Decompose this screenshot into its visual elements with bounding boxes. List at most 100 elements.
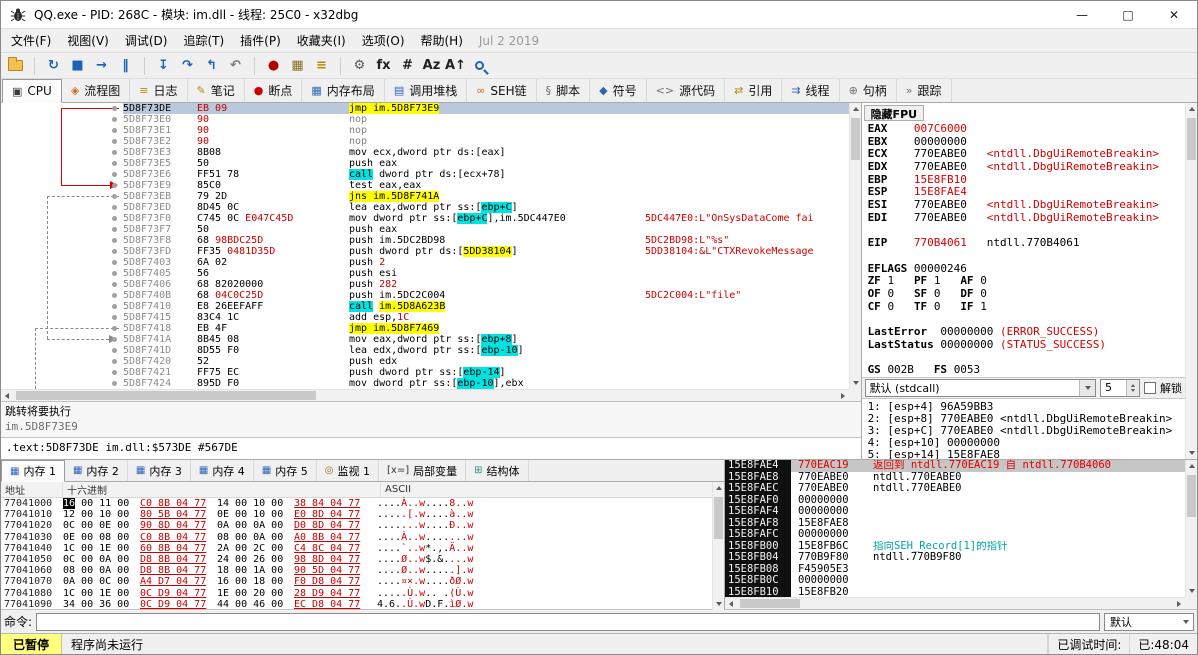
menu-item-4[interactable]: 插件(P) [232, 29, 289, 52]
run-icon[interactable]: → [90, 55, 113, 77]
close-button[interactable]: ✕ [1151, 1, 1197, 29]
tab-log[interactable]: ≡日志 [130, 79, 187, 102]
scroll-handle[interactable] [714, 497, 723, 539]
tab-notes[interactable]: ✎笔记 [188, 79, 245, 102]
disasm-row[interactable]: 5D8F7421FF75 ECpush dword ptr ss:[ebp-14… [1, 367, 849, 378]
disasm-row[interactable]: 5D8F73F0C745 0C E047C45Dmov dword ptr ss… [1, 213, 849, 224]
tab-call-stack[interactable]: ▤调用堆栈 [385, 79, 467, 102]
tab-handles[interactable]: ⊕句柄 [840, 79, 897, 102]
scroll-right-arrow[interactable] [837, 390, 849, 402]
dump-row[interactable]: 770410300E 00 08 00C0 8B 04 7708 00 0A 0… [1, 532, 712, 543]
tab-threads[interactable]: ⇉线程 [782, 79, 839, 102]
tab-breakpoints[interactable]: ●断点 [245, 79, 303, 102]
dump-row[interactable]: 7704106008 00 0A 00D8 8B 04 7718 00 1A 0… [1, 565, 712, 576]
tab-cpu[interactable]: ▣CPU [2, 79, 62, 103]
stack-row[interactable]: 15E8FB04770B9F80ntdll.770B9F80 [725, 552, 1185, 564]
disasm-row[interactable]: 5D8F7410E8 26EEFAFFcall im.5D8A623B [1, 301, 849, 312]
registers-vscrollbar[interactable] [1185, 103, 1197, 459]
arg-count-spinner[interactable]: 5 [1100, 379, 1140, 397]
spinner-arrows[interactable] [1126, 380, 1139, 396]
memory-map-icon[interactable]: ▦ [286, 55, 309, 77]
dump-vscrollbar[interactable] [712, 482, 724, 610]
stack-row[interactable]: 15E8FAF400000000 [725, 506, 1185, 518]
scroll-up-arrow[interactable] [1186, 460, 1198, 472]
command-mode-select[interactable]: 默认 [1104, 613, 1194, 631]
disasm-row[interactable]: 5D8F73DEEB 09jmp im.5D8F73E9 [1, 103, 849, 114]
stack-row[interactable]: 15E8FB1015E8FB20 [725, 587, 1185, 598]
tab-references[interactable]: ⇄引用 [725, 79, 782, 102]
disasm-row[interactable]: 5D8F73E090nop [1, 114, 849, 125]
disasm-row[interactable]: 5D8F73F750push eax [1, 224, 849, 235]
scroll-up-arrow[interactable] [1186, 103, 1198, 115]
disasm-row[interactable]: 5D8F73E290nop [1, 136, 849, 147]
scroll-left-arrow[interactable] [725, 598, 737, 610]
tab-dump5[interactable]: ▦内存 5 [254, 460, 317, 481]
tab-graph[interactable]: ◈流程图 [62, 79, 130, 102]
tab-memory-map[interactable]: ▦内存布局 [302, 79, 384, 102]
disasm-row[interactable]: 5D8F73ED8D45 0Clea eax,dword ptr ss:[ebp… [1, 202, 849, 213]
stack-row[interactable]: 15E8FAE4770EAC19返回到 ntdll.770EAC19 自 ntd… [725, 460, 1185, 472]
stack-row[interactable]: 15E8FAF815E8FAE8 [725, 518, 1185, 530]
disasm-row[interactable]: 5D8F74036A 02push 2 [1, 257, 849, 268]
pause-icon[interactable]: ‖ [114, 55, 137, 77]
run-to-return-icon[interactable]: ↰ [200, 55, 223, 77]
tab-seh-chain[interactable]: ∞SEH链 [467, 79, 536, 102]
disasm-row[interactable]: 5D8F741D8D55 F0lea edx,dword ptr ss:[ebp… [1, 345, 849, 356]
disasm-row[interactable]: 5D8F73E985C0test eax,eax [1, 180, 849, 191]
find-icon[interactable] [468, 55, 491, 77]
minimize-button[interactable]: — [1059, 1, 1105, 29]
scroll-left-arrow[interactable] [1, 390, 13, 402]
dump-row[interactable]: 770410200C 00 0E 0090 8D 04 770A 00 0A 0… [1, 520, 712, 531]
dump-row[interactable]: 7704101012 00 10 0080 5B 04 770E 00 10 0… [1, 509, 712, 520]
stack-row[interactable]: 15E8FAEC770EABE0ntdll.770EABE0 [725, 483, 1185, 495]
stack-row[interactable]: 15E8FAFC00000000 [725, 529, 1185, 541]
step-back-icon[interactable]: ↶ [224, 55, 247, 77]
scroll-up-arrow[interactable] [850, 103, 862, 115]
chevron-down-icon[interactable] [1079, 380, 1095, 396]
maximize-button[interactable]: □ [1105, 1, 1151, 29]
menu-item-7[interactable]: 帮助(H) [413, 29, 471, 52]
disasm-row[interactable]: 5D8F73FDFF35 0481D35Dpush dword ptr ds:[… [1, 246, 849, 257]
tab-source[interactable]: <>源代码 [647, 79, 725, 102]
tab-symbols[interactable]: ◆符号 [590, 79, 646, 102]
dump-row[interactable]: 770410700A 00 0C 00A4 D7 04 7716 00 18 0… [1, 576, 712, 587]
menu-item-6[interactable]: 选项(O) [354, 29, 413, 52]
disasm-row[interactable]: 5D8F73E6FF51 78call dword ptr ds:[ecx+78… [1, 169, 849, 180]
settings-icon[interactable]: ⚙ [348, 55, 371, 77]
stack-row[interactable]: 15E8FB08F45905E3 [725, 564, 1185, 576]
stack-row[interactable]: 15E8FAE8770EABE0ntdll.770EABE0 [725, 472, 1185, 484]
scroll-handle[interactable] [851, 118, 860, 160]
tab-dump2[interactable]: ▦内存 2 [65, 460, 128, 481]
scroll-right-arrow[interactable] [1173, 598, 1185, 610]
scroll-up-arrow[interactable] [713, 482, 725, 494]
disasm-row[interactable]: 5D8F73EB79 2Djns im.5D8F741A [1, 191, 849, 202]
dump-row[interactable]: 770410801C 00 1E 000C D9 04 771E 00 20 0… [1, 588, 712, 599]
dump-row[interactable]: 770410500C 00 0A 00D8 8B 04 7724 00 26 0… [1, 554, 712, 565]
disasm-row[interactable]: 5D8F7418EB 4Fjmp im.5D8F7469 [1, 323, 849, 334]
tab-watch1[interactable]: ◎监视 1 [317, 460, 379, 481]
tab-locals[interactable]: [x=]局部变量 [379, 460, 466, 481]
menu-item-2[interactable]: 调试(D) [117, 29, 176, 52]
stack-hscrollbar[interactable] [725, 597, 1185, 609]
disasm-row[interactable]: 5D8F73E550push eax [1, 158, 849, 169]
disasm-row[interactable]: 5D8F742052push edx [1, 356, 849, 367]
unlock-checkbox[interactable] [1144, 382, 1156, 394]
tab-dump3[interactable]: ▦内存 3 [128, 460, 191, 481]
disassembly-hscrollbar[interactable] [1, 389, 849, 401]
tab-script[interactable]: §脚本 [537, 79, 591, 102]
tab-dump1[interactable]: ▦内存 1 [1, 460, 65, 482]
disasm-row[interactable]: 5D8F73E38B08mov ecx,dword ptr ds:[eax] [1, 147, 849, 158]
disasm-row[interactable]: 5D8F740556push esi [1, 268, 849, 279]
menu-item-5[interactable]: 收藏夹(I) [289, 29, 354, 52]
calculator-icon[interactable]: fx [372, 55, 395, 77]
menu-item-1[interactable]: 视图(V) [59, 29, 117, 52]
scroll-down-arrow[interactable] [850, 377, 862, 389]
scroll-down-arrow[interactable] [1186, 585, 1198, 597]
stop-icon[interactable]: ■ [66, 55, 89, 77]
dump-row[interactable]: 7704100016 00 11 00C0 8B 04 7714 00 10 0… [1, 498, 712, 509]
tab-trace[interactable]: »跟踪 [897, 79, 952, 102]
menu-item-3[interactable]: 追踪(T) [175, 29, 232, 52]
scroll-handle[interactable] [16, 391, 316, 400]
breakpoint-icon[interactable]: ● [262, 55, 285, 77]
disasm-row[interactable]: 5D8F740668 82020000push 282 [1, 279, 849, 290]
